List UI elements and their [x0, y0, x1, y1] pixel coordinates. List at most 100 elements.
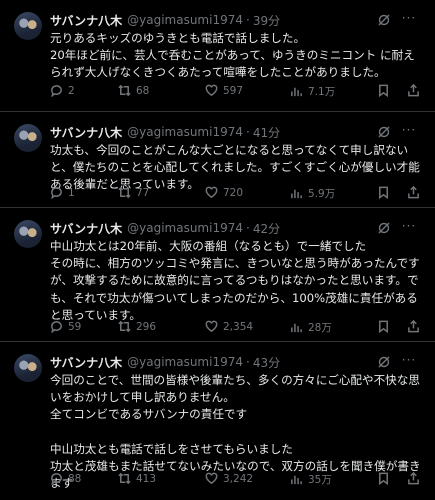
bookmark-icon [379, 472, 388, 485]
bookmark-button[interactable] [377, 472, 390, 485]
tweet-actions: 88 413 3,242 35万 [50, 472, 423, 488]
tweet-header: サバンナ八木 @yagimasumi1974 · 41分 ··· [50, 122, 423, 142]
heart-icon [205, 320, 218, 333]
timestamp[interactable]: 39分 [253, 12, 280, 29]
reply-icon [51, 187, 62, 199]
share-icon [408, 472, 419, 485]
tweet-actions: 2 68 597 7.1万 [50, 84, 423, 100]
timestamp[interactable]: 43分 [253, 354, 280, 371]
reply-button[interactable]: 88 [50, 472, 81, 485]
views-button[interactable]: 5.9万 [290, 186, 335, 201]
tweet-text: 元りあるキッズのゆうきとも電話で話しました。 20年ほど前に、芸人で呑むことがあ… [50, 31, 415, 80]
reply-icon [51, 321, 62, 333]
user-handle[interactable]: @yagimasumi1974 [127, 13, 243, 27]
display-name[interactable]: サバンナ八木 [50, 124, 122, 141]
repost-icon [118, 84, 131, 97]
tweet-header: サバンナ八木 @yagimasumi1974 · 43分 ··· [50, 352, 423, 372]
views-icon [291, 323, 302, 333]
views-button[interactable]: 7.1万 [290, 84, 335, 99]
timestamp[interactable]: 42分 [253, 220, 280, 237]
avatar[interactable] [14, 354, 42, 382]
tweet-actions: 59 296 2,354 28万 [50, 320, 423, 336]
separator-dot: · [246, 355, 250, 369]
tweet[interactable]: サバンナ八木 @yagimasumi1974 · 42分 ··· 中山功太とは2… [0, 208, 435, 342]
views-button[interactable]: 35万 [290, 472, 332, 487]
tweet-text: 中山功太とは20年前、大阪の番組（なるとも）で一緒でした その時に、相方のツッコ… [50, 239, 420, 322]
bookmark-button[interactable] [377, 186, 390, 199]
bookmark-button[interactable] [377, 84, 390, 97]
bookmark-button[interactable] [377, 320, 390, 333]
reply-button[interactable]: 2 [50, 84, 75, 97]
tweet-header: サバンナ八木 @yagimasumi1974 · 42分 ··· [50, 218, 423, 238]
reply-count: 1 [68, 186, 75, 199]
tweet-header: サバンナ八木 @yagimasumi1974 · 39分 ··· [50, 10, 423, 30]
grok-icon[interactable] [377, 125, 391, 139]
grok-icon[interactable] [377, 13, 391, 27]
share-icon [408, 84, 419, 97]
repost-button[interactable]: 296 [118, 320, 156, 333]
tweet[interactable]: サバンナ八木 @yagimasumi1974 · 39分 ··· 元りあるキッズ… [0, 0, 435, 112]
share-icon [408, 186, 419, 199]
user-handle[interactable]: @yagimasumi1974 [127, 355, 243, 369]
grok-icon[interactable] [377, 355, 391, 369]
repost-icon [118, 186, 131, 199]
bookmark-icon [379, 84, 388, 97]
like-count: 720 [223, 186, 244, 199]
avatar[interactable] [14, 220, 42, 248]
timestamp[interactable]: 41分 [253, 124, 280, 141]
repost-count: 296 [136, 320, 157, 333]
more-options-icon[interactable]: ··· [401, 354, 417, 369]
like-button[interactable]: 2,354 [205, 320, 253, 333]
share-button[interactable] [407, 472, 420, 485]
like-button[interactable]: 3,242 [205, 472, 253, 485]
reply-icon [51, 473, 62, 485]
tweet[interactable]: サバンナ八木 @yagimasumi1974 · 41分 ··· 功太も、今回の… [0, 112, 435, 208]
like-button[interactable]: 597 [205, 84, 243, 97]
views-icon [291, 87, 302, 97]
repost-button[interactable]: 68 [118, 84, 149, 97]
display-name[interactable]: サバンナ八木 [50, 354, 122, 371]
reply-button[interactable]: 1 [50, 186, 75, 199]
like-count: 597 [223, 84, 244, 97]
grok-icon[interactable] [377, 221, 391, 235]
share-button[interactable] [407, 320, 420, 333]
avatar[interactable] [14, 12, 42, 40]
like-count: 3,242 [223, 472, 254, 485]
views-button[interactable]: 28万 [290, 320, 332, 335]
tweet[interactable]: サバンナ八木 @yagimasumi1974 · 43分 ··· 今回のことで、… [0, 342, 435, 500]
view-count: 5.9万 [308, 188, 336, 200]
repost-button[interactable]: 413 [118, 472, 156, 485]
tweet-actions: 1 77 720 5.9万 [50, 186, 423, 202]
user-handle[interactable]: @yagimasumi1974 [127, 125, 243, 139]
views-icon [291, 189, 302, 199]
repost-icon [118, 320, 131, 333]
separator-dot: · [246, 221, 250, 235]
repost-icon [118, 472, 131, 485]
reply-count: 59 [68, 320, 82, 333]
bookmark-icon [379, 186, 388, 199]
reply-count: 88 [68, 472, 82, 485]
bookmark-icon [379, 320, 388, 333]
avatar[interactable] [14, 124, 42, 152]
repost-count: 77 [136, 186, 150, 199]
repost-count: 68 [136, 84, 150, 97]
display-name[interactable]: サバンナ八木 [50, 220, 122, 237]
separator-dot: · [246, 13, 250, 27]
share-button[interactable] [407, 186, 420, 199]
share-button[interactable] [407, 84, 420, 97]
views-icon [291, 475, 302, 485]
display-name[interactable]: サバンナ八木 [50, 12, 122, 29]
reply-button[interactable]: 59 [50, 320, 81, 333]
view-count: 35万 [308, 474, 332, 486]
heart-icon [205, 472, 218, 485]
like-count: 2,354 [223, 320, 254, 333]
user-handle[interactable]: @yagimasumi1974 [127, 221, 243, 235]
repost-button[interactable]: 77 [118, 186, 149, 199]
separator-dot: · [246, 125, 250, 139]
like-button[interactable]: 720 [205, 186, 243, 199]
more-options-icon[interactable]: ··· [401, 12, 417, 27]
view-count: 7.1万 [308, 86, 336, 98]
repost-count: 413 [136, 472, 157, 485]
more-options-icon[interactable]: ··· [401, 124, 417, 139]
more-options-icon[interactable]: ··· [401, 220, 417, 235]
